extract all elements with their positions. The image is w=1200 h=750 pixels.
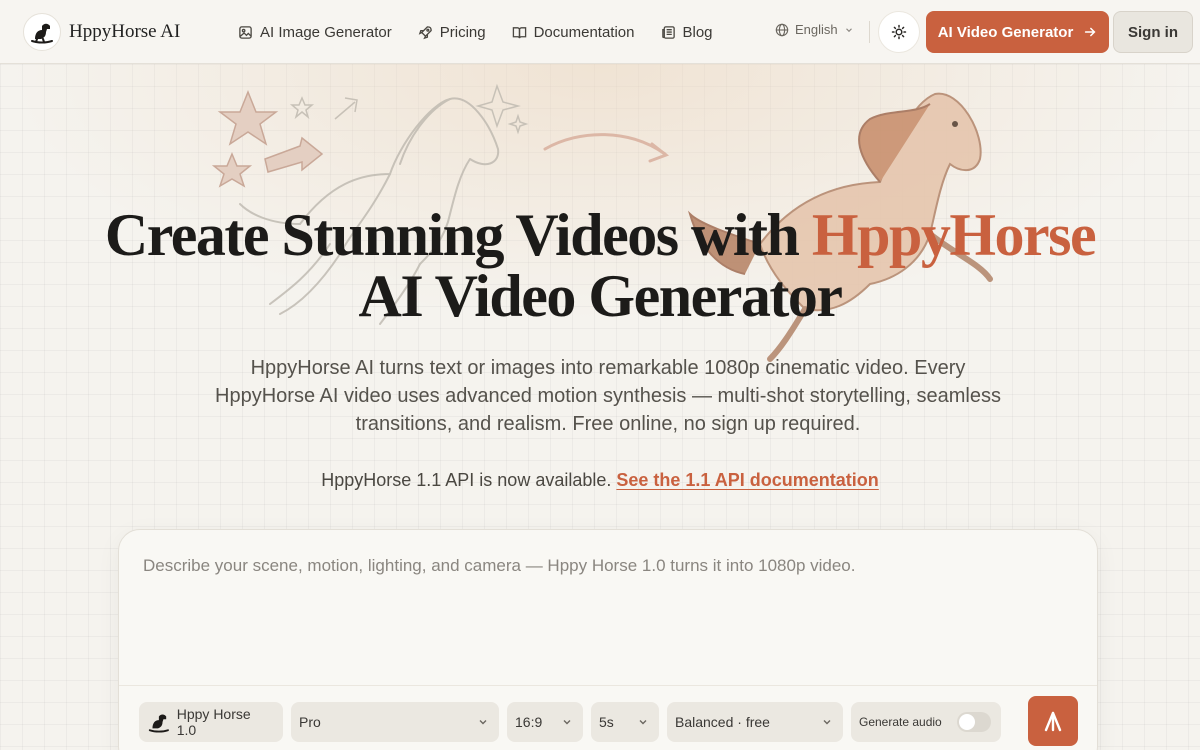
newspaper-icon [661,25,675,39]
header-divider [869,21,870,43]
image-icon [239,25,252,39]
hero-title: Create Stunning Videos with HppyHorse AI… [0,205,1200,327]
generate-button[interactable] [1028,696,1078,746]
language-selector[interactable]: English [775,22,854,37]
nav-item-pricing[interactable]: Pricing [418,24,486,41]
chevron-down-icon [479,720,487,725]
api-announcement-text: HppyHorse 1.1 API is now available. [321,470,612,490]
horse-logo-icon [23,13,61,51]
generate-audio-toggle[interactable] [957,712,991,732]
brand-name: HppyHorse AI [69,21,181,42]
tier-value: Pro [299,714,321,730]
ai-video-generator-button[interactable]: AI Video Generator [926,11,1109,53]
api-docs-link[interactable]: See the 1.1 API documentation [616,470,878,490]
generate-audio-control: Generate audio [851,702,1001,742]
generate-audio-label: Generate audio [859,715,942,729]
api-announcement: HppyHorse 1.1 API is now available. See … [0,470,1200,491]
aspect-ratio-select[interactable]: 16:9 [507,702,583,742]
chevron-down-icon [639,720,647,725]
tier-select[interactable]: Pro [291,702,499,742]
model-label: Hppy Horse 1.0 [176,706,251,738]
horse-logo-icon [148,714,169,733]
sign-in-button[interactable]: Sign in [1113,11,1193,53]
prompt-composer: Describe your scene, motion, lighting, a… [118,529,1098,750]
duration-value: 5s [599,714,614,730]
theme-toggle-button[interactable] [878,11,920,53]
aspect-value: 16:9 [515,714,543,730]
nav-item-documentation[interactable]: Documentation [512,24,635,41]
composer-toolbar: Hppy Horse 1.0 Pro 16:9 5s Balanced · fr… [139,701,1001,743]
top-nav-bar: HppyHorse AI AI Image Generator Pricing … [0,0,1200,64]
nav-item-blog[interactable]: Blog [661,24,713,41]
globe-icon [775,23,789,36]
book-icon [512,26,526,38]
rocket-icon [418,25,432,39]
language-label: English [795,22,838,37]
sun-icon [891,24,907,40]
hero-subtitle: HppyHorse AI turns text or images into r… [215,357,1001,435]
prompt-input[interactable]: Describe your scene, motion, lighting, a… [143,556,855,576]
quality-mode-select[interactable]: Balanced · free [667,702,843,742]
chevron-down-icon [563,720,571,725]
nav-item-ai-image-generator[interactable]: AI Image Generator [238,24,392,41]
brand[interactable]: HppyHorse AI [23,13,180,51]
nav-label: Blog [682,23,713,41]
hero-title-prefix: Create Stunning Videos with [104,202,812,268]
model-selector[interactable]: Hppy Horse 1.0 [139,702,283,742]
sign-in-label: Sign in [1128,23,1178,41]
nav-label: AI Image Generator [260,23,392,41]
nav-label: Pricing [439,23,486,41]
arrow-right-icon [1085,27,1096,37]
hero-title-accent: HppyHorse [811,202,1097,268]
chevron-down-icon [845,27,852,32]
duration-select[interactable]: 5s [591,702,659,742]
send-arrow-icon [1044,711,1062,732]
cta-label: AI Video Generator [937,23,1074,41]
hero-title-line2: AI Video Generator [358,263,843,329]
mode-value: Balanced · free [675,714,770,730]
chevron-down-icon [823,720,831,725]
composer-divider [119,685,1097,686]
main-nav: AI Image Generator Pricing Documentation… [238,0,713,64]
nav-label: Documentation [533,23,635,41]
